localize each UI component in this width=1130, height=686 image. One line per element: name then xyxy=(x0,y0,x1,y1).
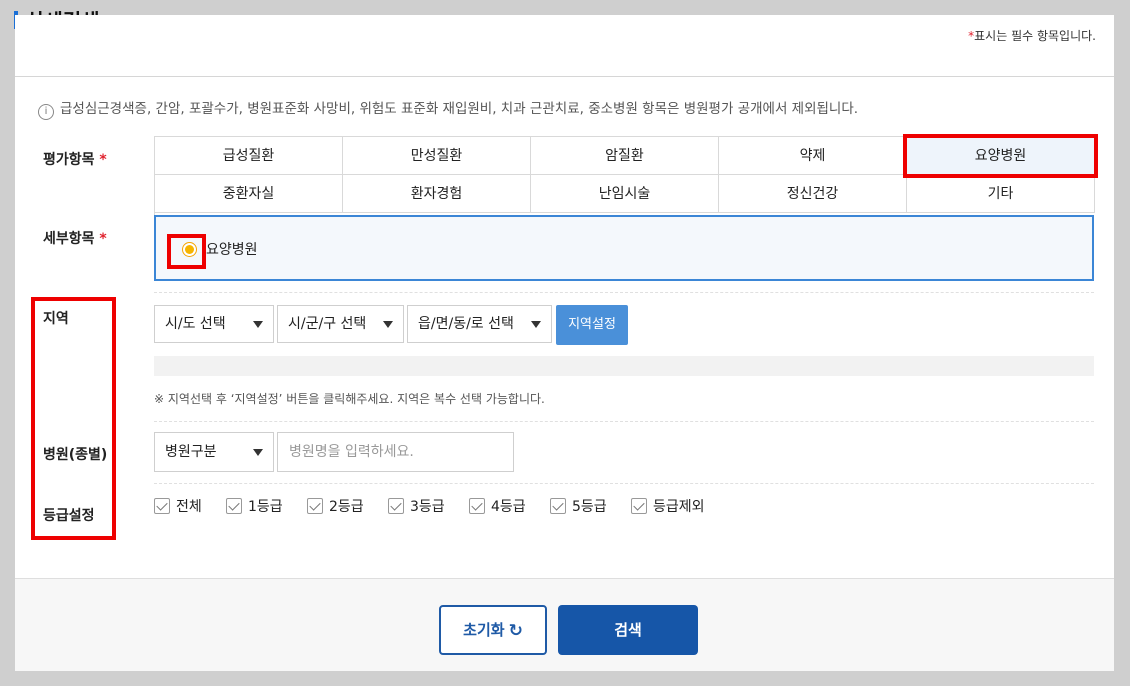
hospital-type-select[interactable]: 병원구분 xyxy=(154,432,274,472)
detail-radio-label[interactable]: 요양병원 xyxy=(206,239,258,259)
category-tab[interactable]: 중환자실 xyxy=(155,175,343,213)
required-note: *표시는 필수 항목입니다. xyxy=(968,27,1096,44)
selected-region-area xyxy=(154,356,1094,376)
grade-checkbox-1[interactable]: 1등급 xyxy=(226,497,283,519)
grade-label: 등급설정 xyxy=(43,508,95,524)
highlight-labels-box xyxy=(31,297,116,540)
grade-checkbox-3[interactable]: 3등급 xyxy=(388,497,445,519)
grade-checkbox-4[interactable]: 4등급 xyxy=(469,497,526,519)
chevron-down-icon xyxy=(253,449,263,456)
sigungu-select[interactable]: 시/군/구 선택 xyxy=(277,305,404,343)
checkbox-icon[interactable] xyxy=(388,498,404,514)
info-text: 급성심근경색증, 간암, 포괄수가, 병원표준화 사망비, 위험도 표준화 재입… xyxy=(60,101,859,117)
grade-checkbox-all[interactable]: 전체 xyxy=(154,497,202,519)
chevron-down-icon xyxy=(383,321,393,328)
region-set-button[interactable]: 지역설정 xyxy=(556,305,628,345)
hospital-label: 병원(종별) xyxy=(43,447,108,463)
info-message: i 급성심근경색증, 간암, 포괄수가, 병원표준화 사망비, 위험도 표준화 재… xyxy=(38,97,858,120)
category-tab[interactable]: 기타 xyxy=(907,175,1095,213)
chevron-down-icon xyxy=(253,321,263,328)
chevron-down-icon xyxy=(531,321,541,328)
category-tab[interactable]: 환자경험 xyxy=(343,175,531,213)
checkbox-icon[interactable] xyxy=(307,498,323,514)
eupmyeondong-select[interactable]: 읍/면/동/로 선택 xyxy=(407,305,552,343)
row-separator xyxy=(154,292,1094,293)
search-button[interactable]: 검색 xyxy=(558,605,698,655)
detail-radio-button[interactable] xyxy=(182,242,197,257)
category-tab[interactable]: 약제 xyxy=(719,137,907,175)
refresh-icon: ↻ xyxy=(508,621,523,641)
header-divider xyxy=(15,76,1114,77)
sido-select[interactable]: 시/도 선택 xyxy=(154,305,274,343)
search-panel: *표시는 필수 항목입니다. i 급성심근경색증, 간암, 포괄수가, 병원표준화… xyxy=(15,15,1114,671)
footer-bar: 초기화 ↻ 검색 xyxy=(15,578,1114,671)
region-note: ※ 지역선택 후 ‘지역설정’ 버튼을 클릭해주세요. 지역은 복수 선택 가능… xyxy=(154,392,545,406)
checkbox-icon[interactable] xyxy=(550,498,566,514)
checkbox-icon[interactable] xyxy=(154,498,170,514)
detail-label: 세부항목 * xyxy=(43,231,107,247)
region-label: 지역 xyxy=(43,311,69,327)
grade-checkbox-2[interactable]: 2등급 xyxy=(307,497,364,519)
detail-option-box: 요양병원 xyxy=(154,215,1094,281)
grade-checkbox-5[interactable]: 5등급 xyxy=(550,497,607,519)
row-separator xyxy=(154,483,1094,484)
hospital-name-input[interactable]: 병원명을 입력하세요. xyxy=(277,432,514,472)
category-tab[interactable]: 난임시술 xyxy=(531,175,719,213)
category-tab[interactable]: 급성질환 xyxy=(155,137,343,175)
category-tab[interactable]: 암질환 xyxy=(531,137,719,175)
category-tab[interactable]: 만성질환 xyxy=(343,137,531,175)
category-tab[interactable]: 정신건강 xyxy=(719,175,907,213)
category-tab-active[interactable]: 요양병원 xyxy=(907,137,1095,175)
info-icon: i xyxy=(38,104,54,120)
checkbox-icon[interactable] xyxy=(631,498,647,514)
category-label: 평가항목 * xyxy=(43,152,107,168)
category-grid: 급성질환 만성질환 암질환 약제 요양병원 중환자실 환자경험 난임시술 정신건… xyxy=(154,136,1095,215)
required-note-text: 표시는 필수 항목입니다. xyxy=(974,29,1096,43)
grade-checkbox-excluded[interactable]: 등급제외 xyxy=(631,497,705,519)
checkbox-icon[interactable] xyxy=(469,498,485,514)
reset-button[interactable]: 초기화 ↻ xyxy=(439,605,547,655)
checkbox-icon[interactable] xyxy=(226,498,242,514)
row-separator xyxy=(154,421,1094,422)
